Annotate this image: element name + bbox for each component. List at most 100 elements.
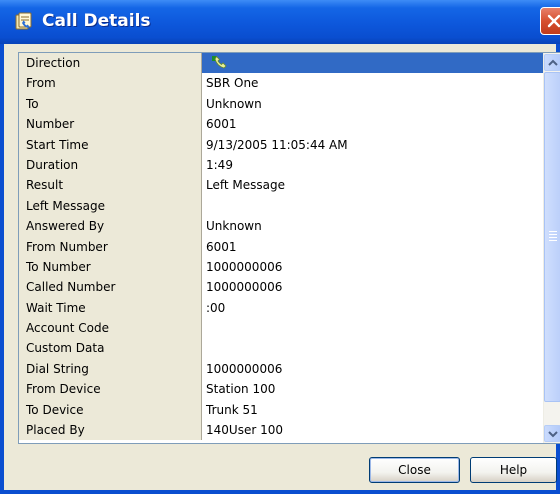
detail-label-cell: Account Code — [19, 318, 202, 339]
detail-row[interactable]: Direction — [19, 53, 543, 74]
detail-label-cell: Custom Data — [19, 338, 202, 359]
detail-label-cell: From — [19, 73, 202, 94]
detail-label: Left Message — [26, 198, 105, 213]
detail-value-cell[interactable]: 9/13/2005 11:05:44 AM — [202, 135, 543, 155]
detail-value-cell[interactable]: 6001 — [202, 237, 543, 257]
detail-label: From Number — [26, 239, 108, 254]
chevron-down-icon — [548, 431, 558, 438]
detail-label-cell: To Number — [19, 256, 202, 278]
detail-value-cell[interactable]: Unknown — [202, 94, 543, 114]
detail-row[interactable]: Wait Time :00 — [19, 297, 543, 319]
detail-label-cell: From Device — [19, 379, 202, 400]
scroll-down-button[interactable] — [544, 425, 560, 442]
detail-value: 1000000006 — [206, 280, 283, 295]
detail-label: Number — [26, 117, 75, 132]
detail-value-cell[interactable]: 1000000006 — [202, 257, 543, 277]
detail-value-cell[interactable]: 6001 — [202, 114, 543, 134]
detail-label: Result — [26, 178, 64, 193]
detail-row[interactable]: Placed By 140User 100 — [19, 420, 543, 441]
detail-value-cell[interactable]: SBR One — [202, 73, 543, 93]
detail-label: Called Number — [26, 280, 116, 295]
call-direction-icon — [211, 55, 228, 71]
detail-row[interactable]: Start Time 9/13/2005 11:05:44 AM — [19, 134, 543, 155]
detail-value: Unknown — [206, 219, 262, 234]
detail-value: 1:49 — [206, 157, 233, 172]
scroll-up-button[interactable] — [544, 54, 560, 71]
call-details-icon — [14, 12, 34, 32]
detail-row[interactable]: From SBR One — [19, 73, 543, 94]
detail-label: Direction — [26, 56, 81, 70]
detail-label-cell: To — [19, 93, 202, 115]
detail-value-cell[interactable]: 1:49 — [202, 155, 543, 175]
detail-value: SBR One — [206, 76, 259, 91]
detail-row[interactable]: Dial String 1000000006 — [19, 358, 543, 380]
detail-value: 6001 — [206, 239, 237, 254]
detail-value-cell[interactable]: Left Message — [202, 175, 543, 195]
detail-row[interactable]: Account Code — [19, 318, 543, 339]
detail-row[interactable]: To Number 1000000006 — [19, 256, 543, 278]
detail-value: 9/13/2005 11:05:44 AM — [206, 137, 348, 152]
detail-label-cell: Duration — [19, 154, 202, 176]
detail-label-cell: From Number — [19, 236, 202, 257]
detail-value-cell[interactable]: :00 — [202, 298, 543, 318]
detail-label-cell: Result — [19, 175, 202, 196]
detail-label: From Device — [26, 382, 101, 397]
detail-label-cell: Called Number — [19, 277, 202, 298]
detail-row[interactable]: Result Left Message — [19, 175, 543, 196]
detail-value-cell[interactable] — [202, 318, 543, 338]
detail-row[interactable]: To Device Trunk 51 — [19, 399, 543, 421]
detail-label: To Number — [26, 259, 91, 274]
detail-value-cell[interactable]: Station 100 — [202, 379, 543, 399]
detail-row[interactable]: From Number 6001 — [19, 236, 543, 257]
detail-label: Start Time — [26, 137, 89, 152]
detail-label-cell: Wait Time — [19, 297, 202, 319]
detail-value: :00 — [206, 300, 226, 315]
detail-label-cell: Answered By — [19, 216, 202, 237]
detail-label: Duration — [26, 157, 79, 172]
detail-value-cell[interactable]: 1000000006 — [202, 277, 543, 297]
detail-label: Wait Time — [26, 300, 86, 315]
detail-row[interactable]: Answered By Unknown — [19, 216, 543, 237]
scroll-thumb[interactable] — [544, 72, 560, 402]
detail-label-cell: Left Message — [19, 195, 202, 217]
detail-value-cell[interactable] — [202, 338, 543, 358]
detail-row[interactable]: Custom Data — [19, 338, 543, 359]
title-bar[interactable]: Call Details — [0, 0, 560, 44]
detail-row[interactable]: Duration 1:49 — [19, 154, 543, 176]
detail-label: Dial String — [26, 361, 89, 376]
detail-row[interactable]: Number 6001 — [19, 114, 543, 135]
detail-label-cell: Start Time — [19, 134, 202, 155]
detail-row[interactable]: To Unknown — [19, 93, 543, 115]
detail-label-cell: Placed By — [19, 420, 202, 441]
detail-value-cell[interactable] — [202, 196, 543, 216]
detail-label: Placed By — [26, 423, 85, 438]
detail-row[interactable]: Left Message — [19, 195, 543, 217]
close-button[interactable]: Close — [369, 457, 460, 483]
detail-label: Account Code — [26, 321, 109, 336]
detail-value-cell[interactable]: 140User 100 — [202, 420, 543, 440]
call-details-window: Call Details Direction From SBR One To Unkno… — [0, 0, 560, 494]
detail-value-cell[interactable]: 1000000006 — [202, 359, 543, 379]
detail-value-cell[interactable]: Unknown — [202, 216, 543, 236]
detail-value-cell[interactable] — [202, 53, 543, 74]
detail-value: 1000000006 — [206, 259, 283, 274]
detail-label-cell: Number — [19, 114, 202, 135]
detail-value: Unknown — [206, 96, 262, 111]
detail-label-cell: Dial String — [19, 358, 202, 380]
close-x-icon[interactable] — [540, 7, 560, 35]
detail-row[interactable]: Called Number 1000000006 — [19, 277, 543, 298]
detail-value: 140User 100 — [206, 423, 283, 438]
details-grid[interactable]: Direction From SBR One To Unknown Number 6001 S… — [18, 52, 560, 444]
detail-label: Answered By — [26, 219, 105, 234]
detail-label: To Device — [26, 402, 84, 417]
details-rows: Direction From SBR One To Unknown Number 6001 S… — [19, 53, 543, 441]
chevron-up-icon — [548, 59, 558, 66]
vertical-scrollbar[interactable] — [543, 53, 560, 443]
detail-value-cell[interactable]: Trunk 51 — [202, 400, 543, 420]
window-title: Call Details — [42, 11, 151, 31]
detail-value: Left Message — [206, 178, 285, 193]
help-button[interactable]: Help — [470, 457, 557, 483]
detail-row[interactable]: From Device Station 100 — [19, 379, 543, 400]
detail-label: To — [26, 96, 39, 111]
detail-value: 1000000006 — [206, 361, 283, 376]
